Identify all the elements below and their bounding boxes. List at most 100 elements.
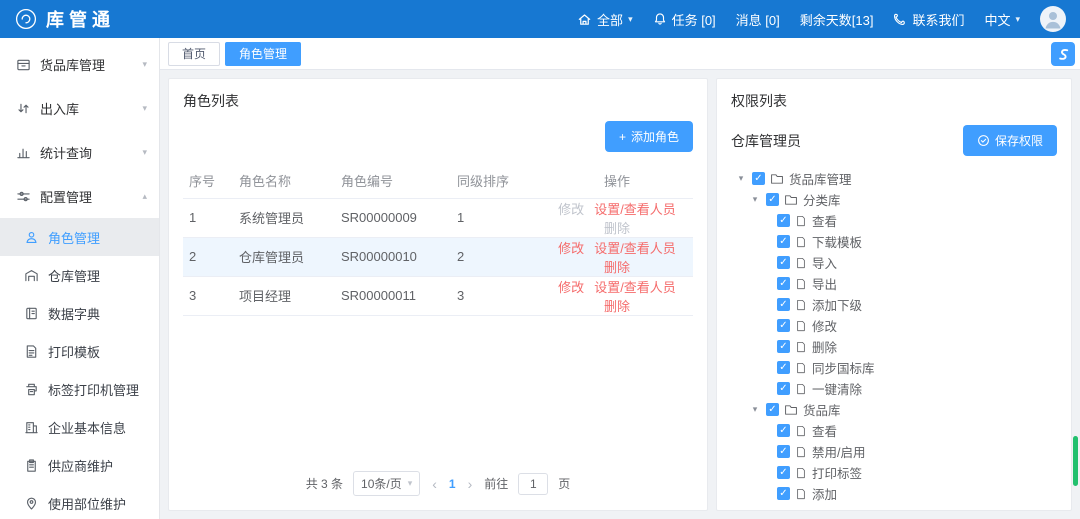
- expand-arrow-icon[interactable]: ▾: [749, 194, 761, 205]
- modify-link[interactable]: 修改: [558, 280, 584, 295]
- language-selector[interactable]: 中文 ▾: [984, 10, 1020, 29]
- chevron-down-icon: ▾: [628, 14, 633, 25]
- sidebar-item-data-dictionary[interactable]: 数据字典: [0, 294, 159, 332]
- cell-order: 1: [451, 198, 541, 237]
- checkbox-checked[interactable]: ✓: [777, 361, 790, 374]
- bell-icon: [653, 12, 667, 26]
- folder-icon: [770, 172, 784, 186]
- sidebar-item-usage-location[interactable]: 使用部位维护: [0, 484, 159, 519]
- sidebar-item-label-printer[interactable]: 标签打印机管理: [0, 370, 159, 408]
- sidebar-item-configuration[interactable]: 配置管理 ▴: [0, 174, 159, 218]
- sidebar-item-goods-library[interactable]: 货品库管理 ▾: [0, 42, 159, 86]
- tree-node-leaf[interactable]: ✓ 添加: [731, 483, 1057, 502]
- avatar[interactable]: [1040, 6, 1066, 32]
- checkbox-checked[interactable]: ✓: [777, 298, 790, 311]
- tree-node-leaf[interactable]: ✓ 一键清除: [731, 378, 1057, 399]
- add-role-button[interactable]: + 添加角色: [605, 121, 693, 152]
- tree-node-leaf[interactable]: ✓ 查看: [731, 210, 1057, 231]
- column-header: 序号: [183, 164, 233, 198]
- checkbox-checked[interactable]: ✓: [777, 214, 790, 227]
- table-row[interactable]: 1 系统管理员 SR00000009 1 修改设置/查看人员删除: [183, 198, 693, 237]
- tree-node-leaf[interactable]: ✓ 删除: [731, 336, 1057, 357]
- checkbox-checked[interactable]: ✓: [777, 466, 790, 479]
- scope-selector[interactable]: 全部 ▾: [577, 10, 633, 29]
- checkbox-checked[interactable]: ✓: [777, 277, 790, 290]
- assign-view-link[interactable]: 设置/查看人员: [594, 241, 676, 256]
- checkbox-checked[interactable]: ✓: [777, 382, 790, 395]
- delete-link[interactable]: 删除: [604, 221, 630, 236]
- tasks-item[interactable]: 任务 [0]: [653, 10, 716, 29]
- modify-link[interactable]: 修改: [558, 241, 584, 256]
- sidebar-item-label: 角色管理: [48, 228, 100, 247]
- tree-node-leaf[interactable]: ✓ 导入: [731, 252, 1057, 273]
- checkbox-checked[interactable]: ✓: [777, 319, 790, 332]
- sidebar-item-label: 配置管理: [40, 187, 92, 206]
- assign-view-link[interactable]: 设置/查看人员: [594, 280, 676, 295]
- table-row[interactable]: 3 项目经理 SR00000011 3 修改设置/查看人员删除: [183, 276, 693, 315]
- document-icon: [795, 383, 807, 395]
- goto-page-input[interactable]: [518, 473, 548, 495]
- tree-node-leaf[interactable]: ✓ 修改: [731, 315, 1057, 336]
- checkbox-checked[interactable]: ✓: [777, 340, 790, 353]
- days-left-item[interactable]: 剩余天数[13]: [800, 10, 874, 29]
- clipboard-icon: [24, 458, 39, 473]
- tree-node-leaf[interactable]: ✓ 下载模板: [731, 231, 1057, 252]
- tree-node-folder[interactable]: ▾ ✓ 分类库: [731, 189, 1057, 210]
- sidebar-item-print-template[interactable]: 打印模板: [0, 332, 159, 370]
- next-page-button[interactable]: ›: [466, 476, 475, 492]
- delete-link[interactable]: 删除: [604, 260, 630, 275]
- tree-node-folder[interactable]: ▾ ✓ 货品库管理: [731, 168, 1057, 189]
- quick-panel-icon[interactable]: [1051, 42, 1075, 66]
- page-size-select[interactable]: 10条/页 ▾: [353, 471, 420, 496]
- tree-node-leaf[interactable]: ✓ 查看: [731, 420, 1057, 441]
- check-circle-icon: [977, 134, 990, 147]
- cell-role-name: 项目经理: [233, 276, 335, 315]
- tree-node-label: 一键清除: [812, 379, 862, 398]
- sidebar-item-in-out[interactable]: 出入库 ▾: [0, 86, 159, 130]
- checkbox-checked[interactable]: ✓: [752, 172, 765, 185]
- document-icon: [795, 299, 807, 311]
- tree-node-leaf[interactable]: ✓ 禁用/启用: [731, 441, 1057, 462]
- tab-role-management[interactable]: 角色管理: [225, 42, 301, 66]
- modify-link[interactable]: 修改: [558, 202, 584, 217]
- expand-arrow-icon[interactable]: ▾: [735, 173, 747, 184]
- contact-item[interactable]: 联系我们: [893, 10, 964, 29]
- brand-logo-icon: [14, 7, 38, 31]
- checkbox-checked[interactable]: ✓: [777, 256, 790, 269]
- prev-page-button[interactable]: ‹: [430, 476, 439, 492]
- tab-home[interactable]: 首页: [168, 42, 220, 66]
- cell-role-code: SR00000011: [335, 276, 451, 315]
- assign-view-link[interactable]: 设置/查看人员: [594, 202, 676, 217]
- role-table: 序号 角色名称 角色编号 同级排序 操作 1 系统管理员 SR0: [183, 164, 693, 316]
- tree-node-label: 同步国标库: [812, 358, 875, 377]
- sidebar-item-warehouse-management[interactable]: 仓库管理: [0, 256, 159, 294]
- checkbox-checked[interactable]: ✓: [777, 445, 790, 458]
- messages-item[interactable]: 消息 [0]: [736, 10, 780, 29]
- tree-node-leaf[interactable]: ✓ 打印标签: [731, 462, 1057, 483]
- chevron-down-icon: ▾: [142, 59, 147, 70]
- delete-link[interactable]: 删除: [604, 299, 630, 314]
- sidebar-item-company-info[interactable]: 企业基本信息: [0, 408, 159, 446]
- document-icon: [795, 215, 807, 227]
- tree-node-leaf[interactable]: ✓ 同步国标库: [731, 357, 1057, 378]
- checkbox-checked[interactable]: ✓: [766, 193, 779, 206]
- page-number[interactable]: 1: [449, 477, 456, 491]
- tree-node-leaf[interactable]: ✓ 导出: [731, 273, 1057, 294]
- scope-label: 全部: [597, 10, 623, 29]
- sidebar-item-role-management[interactable]: 角色管理: [0, 218, 159, 256]
- table-header-row: 序号 角色名称 角色编号 同级排序 操作: [183, 164, 693, 198]
- sidebar-item-statistics[interactable]: 统计查询 ▾: [0, 130, 159, 174]
- warehouse-icon: [24, 268, 39, 283]
- table-row[interactable]: 2 仓库管理员 SR00000010 2 修改设置/查看人员删除: [183, 237, 693, 276]
- checkbox-checked[interactable]: ✓: [777, 235, 790, 248]
- scrollbar-thumb[interactable]: [1073, 436, 1078, 486]
- checkbox-checked[interactable]: ✓: [766, 403, 779, 416]
- checkbox-checked[interactable]: ✓: [777, 424, 790, 437]
- sidebar-item-supplier-maintenance[interactable]: 供应商维护: [0, 446, 159, 484]
- tree-node-folder[interactable]: ▾ ✓ 货品库: [731, 399, 1057, 420]
- tree-node-leaf[interactable]: ✓ 添加下级: [731, 294, 1057, 315]
- checkbox-checked[interactable]: ✓: [777, 487, 790, 500]
- expand-arrow-icon[interactable]: ▾: [749, 404, 761, 415]
- column-header: 角色编号: [335, 164, 451, 198]
- save-permission-button[interactable]: 保存权限: [963, 125, 1057, 156]
